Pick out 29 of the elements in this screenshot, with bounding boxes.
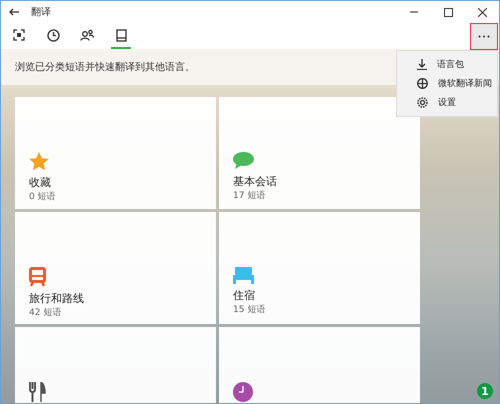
category-card[interactable]: 旅行和路线 42 短语 bbox=[15, 212, 216, 324]
book-icon bbox=[116, 28, 126, 42]
people-icon bbox=[80, 29, 94, 41]
more-button[interactable] bbox=[470, 23, 498, 50]
phrase-count: 42 短语 bbox=[29, 306, 62, 319]
menu-item[interactable]: 语言包 bbox=[397, 55, 497, 74]
category-title: 收藏 bbox=[29, 175, 52, 190]
settings-icon bbox=[417, 97, 428, 108]
category-title: 基本会话 bbox=[233, 174, 278, 189]
menu-item[interactable]: 微软翻译新闻 bbox=[397, 74, 497, 93]
download-icon bbox=[417, 59, 427, 70]
category-title: 旅行和路线 bbox=[29, 291, 85, 306]
globe-icon bbox=[417, 78, 428, 89]
phrase-count: 0 短语 bbox=[29, 190, 57, 203]
phrase-count: 17 短语 bbox=[233, 190, 266, 202]
category-card[interactable]: 收藏 0 短语 bbox=[15, 97, 216, 209]
phrase-count: 15 短语 bbox=[233, 304, 266, 316]
close-icon bbox=[478, 8, 486, 16]
description-text: 浏览已分类短语并快速翻译到其他语言。 bbox=[15, 60, 195, 74]
category-card[interactable]: 住宿 15 短语 bbox=[219, 212, 420, 324]
minimize-icon bbox=[410, 11, 418, 13]
category-card[interactable]: 基本会话 17 短语 bbox=[219, 97, 420, 209]
back-arrow-icon[interactable] bbox=[9, 8, 19, 16]
category-title: 住宿 bbox=[233, 288, 256, 303]
clock-icon bbox=[46, 28, 60, 42]
window-title: 翻译 bbox=[31, 6, 52, 19]
maximize-icon bbox=[444, 8, 452, 16]
ellipsis-icon bbox=[478, 35, 490, 38]
camera-text-icon bbox=[13, 29, 25, 41]
